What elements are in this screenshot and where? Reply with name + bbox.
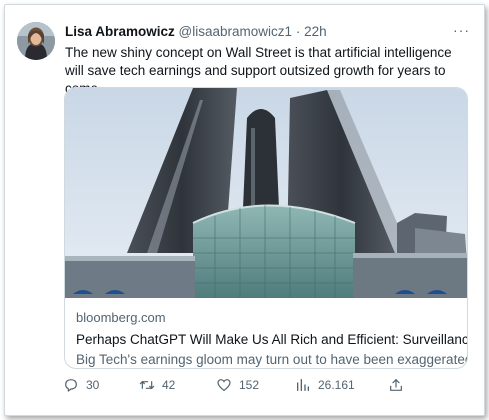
tweet-actions: 30 42 152 26.161 [63,377,413,395]
views-icon [297,379,309,391]
tweet-card[interactable]: Lisa Abramowicz @lisaabramowicz1 · 22h ·… [4,4,485,416]
reply-button[interactable]: 30 [63,377,99,393]
separator-dot: · [295,24,301,39]
more-icon[interactable]: ··· [453,22,470,38]
author-handle[interactable]: @lisaabramowicz1 [179,24,293,39]
share-icon [390,379,402,391]
link-headline[interactable]: Perhaps ChatGPT Will Make Us All Rich an… [76,330,467,349]
tweet-header: Lisa Abramowicz @lisaabramowicz1 · 22h [65,24,327,39]
retweet-count: 42 [162,378,176,392]
like-button[interactable]: 152 [216,377,259,393]
link-description: Big Tech's earnings gloom may turn out t… [76,352,468,367]
like-count: 152 [239,378,260,392]
heart-icon [217,379,231,391]
link-preview-text: bloomberg.com Perhaps ChatGPT Will Make … [76,309,468,368]
link-domain: bloomberg.com [76,310,166,325]
link-preview-image [65,88,467,298]
retweet-icon [139,381,155,389]
views-count: 26.161 [318,378,355,392]
tweet-time[interactable]: 22h [304,24,327,39]
reply-icon [65,379,77,392]
retweet-button[interactable]: 42 [139,377,175,393]
views-button[interactable]: 26.161 [295,377,355,393]
share-button[interactable] [388,377,404,393]
avatar[interactable] [17,22,55,60]
author-name[interactable]: Lisa Abramowicz [65,24,175,39]
link-preview-card[interactable]: bloomberg.com Perhaps ChatGPT Will Make … [64,87,468,369]
reply-count: 30 [86,378,100,392]
